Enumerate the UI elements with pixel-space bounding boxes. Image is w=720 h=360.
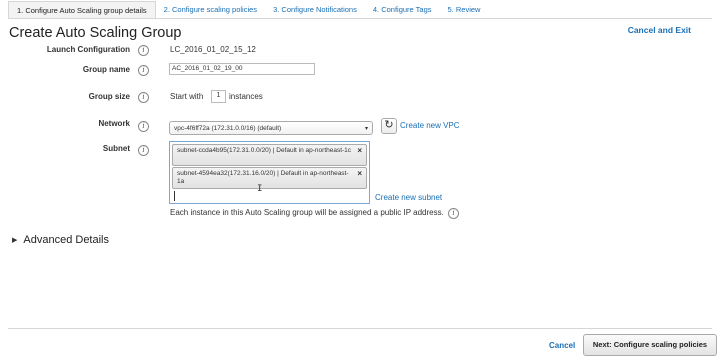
auto-scaling-wizard: 1. Configure Auto Scaling group details … xyxy=(0,0,720,360)
cancel-button[interactable]: Cancel xyxy=(549,341,575,350)
create-vpc-link[interactable]: Create new VPC xyxy=(400,121,460,130)
cancel-and-exit-link[interactable]: Cancel and Exit xyxy=(628,25,691,35)
text-cursor xyxy=(174,191,175,201)
info-icon[interactable]: i xyxy=(448,208,459,219)
create-subnet-link[interactable]: Create new subnet xyxy=(375,193,442,202)
info-icon[interactable]: i xyxy=(138,45,149,56)
subnet-chip-label: subnet-ccda4b95(172.31.0.0/20) | Default… xyxy=(177,147,352,154)
refresh-icon[interactable]: ↻ xyxy=(381,118,397,134)
footer-divider xyxy=(8,328,712,329)
tab-review[interactable]: 5. Review xyxy=(440,1,489,19)
chevron-down-icon: ▾ xyxy=(364,126,368,132)
subnet-multiselect[interactable]: subnet-ccda4b95(172.31.0.0/20) | Default… xyxy=(169,141,370,204)
group-size-label: Group size xyxy=(88,92,130,101)
tab-tags[interactable]: 4. Configure Tags xyxy=(365,1,440,19)
close-icon[interactable]: × xyxy=(357,170,362,178)
network-label: Network xyxy=(98,119,130,128)
group-name-input[interactable]: AC_2016_01_02_19_00 xyxy=(169,63,315,75)
close-icon[interactable]: × xyxy=(357,147,362,155)
tab-notifications[interactable]: 3. Configure Notifications xyxy=(265,1,365,19)
ibeam-cursor-icon: I xyxy=(257,184,263,194)
info-icon[interactable]: i xyxy=(138,145,149,156)
public-ip-note: Each instance in this Auto Scaling group… xyxy=(170,208,444,217)
subnet-chip-label: subnet-4594ea32(172.31.16.0/20) | Defaul… xyxy=(177,170,349,185)
tab-configure-details[interactable]: 1. Configure Auto Scaling group details xyxy=(8,1,156,19)
group-size-suffix: instances xyxy=(229,92,263,101)
launch-config-value: LC_2016_01_02_15_12 xyxy=(170,45,256,54)
network-select[interactable]: vpc-4f6ff72a (172.31.0.0/16) (default) ▾ xyxy=(169,121,373,135)
advanced-details-toggle[interactable]: ▶ Advanced Details xyxy=(12,234,109,246)
subnet-chip: subnet-4594ea32(172.31.16.0/20) | Defaul… xyxy=(172,167,367,189)
launch-config-label: Launch Configuration xyxy=(46,45,130,54)
group-size-prefix: Start with xyxy=(170,92,204,101)
next-button[interactable]: Next: Configure scaling policies xyxy=(583,334,717,356)
triangle-right-icon: ▶ xyxy=(12,237,18,244)
tabs-divider xyxy=(8,18,712,19)
info-icon[interactable]: i xyxy=(138,121,149,132)
network-select-value: vpc-4f6ff72a (172.31.0.0/16) (default) xyxy=(174,125,282,132)
wizard-tabs: 1. Configure Auto Scaling group details … xyxy=(8,1,488,19)
info-icon[interactable]: i xyxy=(138,65,149,76)
subnet-chip: subnet-ccda4b95(172.31.0.0/20) | Default… xyxy=(172,144,367,166)
tab-scaling-policies[interactable]: 2. Configure scaling policies xyxy=(156,1,265,19)
group-size-input[interactable]: 1 xyxy=(211,90,226,103)
subnet-label: Subnet xyxy=(102,144,130,153)
advanced-details-label: Advanced Details xyxy=(23,234,109,246)
group-name-label: Group name xyxy=(82,65,130,74)
info-icon[interactable]: i xyxy=(138,92,149,103)
page-title: Create Auto Scaling Group xyxy=(9,25,182,41)
